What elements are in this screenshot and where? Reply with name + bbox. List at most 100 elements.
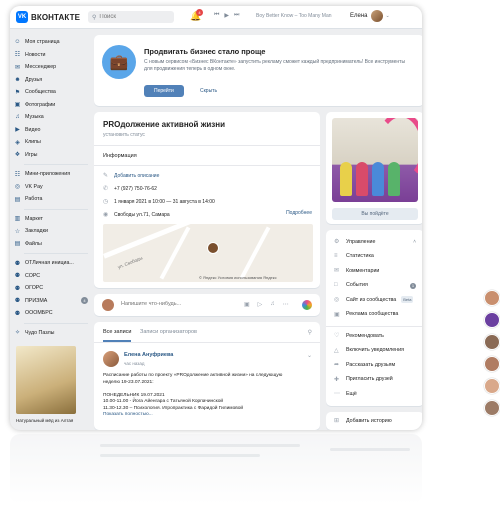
- user-menu[interactable]: Елена ⌄: [350, 10, 390, 22]
- sidebar-item[interactable]: ⚉ ОТЛичная инициа...: [14, 257, 88, 270]
- sidebar-item[interactable]: ◎ VK Pay: [14, 181, 88, 194]
- market-icon: ▥: [14, 216, 21, 223]
- details-link[interactable]: Подробнее: [286, 210, 312, 216]
- apps-icon: ☷: [14, 171, 21, 178]
- group-icon: ⚉: [14, 310, 21, 317]
- community-menu-item[interactable]: ➦ Рассказать друзьям: [334, 361, 395, 369]
- sidebar-item[interactable]: ▶ Видео: [14, 124, 88, 137]
- beta-badge: Beta: [401, 296, 414, 303]
- video-attach-icon[interactable]: ▷: [258, 301, 263, 308]
- sidebar-item-label: ОТЛичная инициа...: [25, 260, 74, 267]
- friend-avatar[interactable]: [484, 378, 500, 394]
- add-story-button[interactable]: ⊞ Добавить историю: [334, 417, 392, 425]
- color-bg-icon[interactable]: [302, 300, 312, 310]
- search-box[interactable]: ⚲: [88, 11, 174, 23]
- community-menu-item[interactable]: ✉ Комментарии: [334, 267, 379, 275]
- community-menu-item[interactable]: ✚ Пригласить друзей: [334, 376, 393, 383]
- sidebar-item[interactable]: ☺ Моя страница: [14, 36, 88, 49]
- music-attach-icon[interactable]: ♫: [270, 301, 275, 308]
- photo-attach-icon[interactable]: ▣: [244, 301, 250, 308]
- nav-divider: [24, 164, 88, 165]
- reflection-line: [330, 448, 410, 451]
- sidebar-item[interactable]: ♫ Музыка: [14, 111, 88, 124]
- community-cover-card: Вы пойдёте: [326, 112, 422, 224]
- track-title[interactable]: Boy Better Know – Too Many Man: [256, 13, 332, 19]
- sidebar-item[interactable]: ▣ Фотографии: [14, 99, 88, 112]
- community-menu-item[interactable]: ♡ Рекомендовать: [334, 332, 384, 340]
- chevron-up-icon[interactable]: ˄: [413, 239, 416, 245]
- show-more-link[interactable]: Показать полностью...: [103, 412, 313, 419]
- community-menu-item[interactable]: △ Включить уведомления: [334, 347, 404, 354]
- community-photo[interactable]: [332, 118, 418, 202]
- honey-ad-caption[interactable]: Натуральный мёд из Алтая: [16, 418, 76, 423]
- vk-logo-icon: VK: [16, 11, 28, 23]
- sidebar-item[interactable]: ◈ Клипы: [14, 136, 88, 149]
- post-author[interactable]: Елена Ануфриева: [124, 352, 173, 358]
- sidebar-item[interactable]: ▤ Файлы: [14, 238, 88, 251]
- briefcase-icon: 💼: [102, 45, 136, 79]
- sidebar-item[interactable]: ⚉ ПРИЗМА 4: [14, 295, 88, 308]
- chevron-down-icon: ⌄: [385, 13, 390, 19]
- chevron-down-icon[interactable]: ⌄: [307, 352, 312, 359]
- divider: [94, 145, 320, 146]
- sidebar-item[interactable]: ⚉ СОРС: [14, 270, 88, 283]
- friend-avatar[interactable]: [484, 356, 500, 372]
- add-description-link[interactable]: ✎ Добавить описание: [103, 172, 160, 180]
- business-promo-text: С новым сервисом «Бизнес ВКонтакте» запу…: [144, 59, 406, 72]
- post-composer: ▣ ▷ ♫ ⋯: [94, 294, 320, 316]
- friend-avatar[interactable]: [484, 334, 500, 350]
- community-menu-item[interactable]: ≡ Статистика: [334, 253, 374, 259]
- logo-text: ВКОНТАКТЕ: [31, 12, 81, 22]
- add-description-label: Добавить описание: [114, 172, 160, 179]
- sidebar-item[interactable]: ✉ Мессенджер: [14, 61, 88, 74]
- play-icon[interactable]: ▶: [224, 12, 229, 19]
- add-story-card[interactable]: ⊞ Добавить историю: [326, 412, 422, 430]
- sidebar-item-label: Игры: [25, 151, 38, 158]
- location-map[interactable]: ул. Свободы © Яндекс Условия использован…: [103, 224, 313, 282]
- sidebar-item[interactable]: ▤ Работа: [14, 193, 88, 206]
- group-icon: ⚉: [14, 285, 21, 292]
- friend-avatar[interactable]: [484, 290, 500, 306]
- tab-organizer-posts[interactable]: Записи организаторов: [140, 329, 197, 335]
- sidebar-item[interactable]: ☷ Новости: [14, 49, 88, 62]
- prev-icon[interactable]: ⏮: [214, 12, 219, 19]
- map-street-label: ул. Свободы: [117, 255, 144, 270]
- attending-button[interactable]: Вы пойдёте: [332, 208, 418, 220]
- sidebar-item[interactable]: ☷ Мини-приложения: [14, 168, 88, 181]
- post-time[interactable]: час назад: [124, 361, 144, 366]
- sidebar-item[interactable]: ⚉ ОГОРС: [14, 282, 88, 295]
- map-pin-icon: [207, 242, 219, 254]
- go-button[interactable]: Перейти: [144, 85, 184, 97]
- community-menu-item[interactable]: ⚙ Управление: [334, 238, 375, 246]
- sidebar-item[interactable]: ▥ Маркет: [14, 213, 88, 226]
- page-title: PROдолжение активной жизни: [103, 120, 226, 129]
- map-attribution[interactable]: © Яндекс Условия использования Яндекс: [199, 275, 277, 280]
- photo-figure: [372, 162, 384, 196]
- tab-all-posts[interactable]: Все записи: [103, 329, 132, 342]
- sidebar-item[interactable]: ⚑ Сообщества: [14, 86, 88, 99]
- community-menu-item[interactable]: ▣ Реклама сообщества: [334, 311, 398, 318]
- community-menu-item[interactable]: □ События: [334, 282, 368, 288]
- post-input[interactable]: [119, 300, 243, 308]
- sidebar-item[interactable]: ☆ Закладки: [14, 225, 88, 238]
- friend-avatar[interactable]: [484, 400, 500, 416]
- friend-avatar[interactable]: [484, 312, 500, 328]
- sidebar-item[interactable]: ❖ Игры: [14, 149, 88, 162]
- sidebar-item[interactable]: ✧ Чудо Пазлы: [14, 327, 88, 340]
- hide-button[interactable]: Скрыть: [194, 85, 223, 97]
- sidebar-item[interactable]: ☻ Друзья: [14, 74, 88, 87]
- community-menu-item[interactable]: ◎ Сайт из сообщества Beta: [334, 296, 414, 303]
- honey-ad-image[interactable]: [16, 346, 76, 414]
- search-input[interactable]: [96, 14, 170, 20]
- author-avatar[interactable]: [103, 351, 119, 367]
- set-status-link[interactable]: установить статус: [103, 132, 145, 138]
- count-badge: 4: [81, 297, 88, 305]
- sidebar-item[interactable]: ⚉ ОООМБРС: [14, 307, 88, 320]
- video-icon: ▶: [15, 127, 20, 134]
- search-icon[interactable]: ⚲: [308, 329, 312, 336]
- next-icon[interactable]: ⏭: [234, 12, 239, 19]
- vk-logo[interactable]: VK ВКОНТАКТЕ: [16, 11, 80, 23]
- community-menu-item[interactable]: ⋯ Ещё: [334, 390, 357, 398]
- more-attach-icon[interactable]: ⋯: [283, 301, 289, 308]
- work-icon: ▤: [14, 196, 21, 203]
